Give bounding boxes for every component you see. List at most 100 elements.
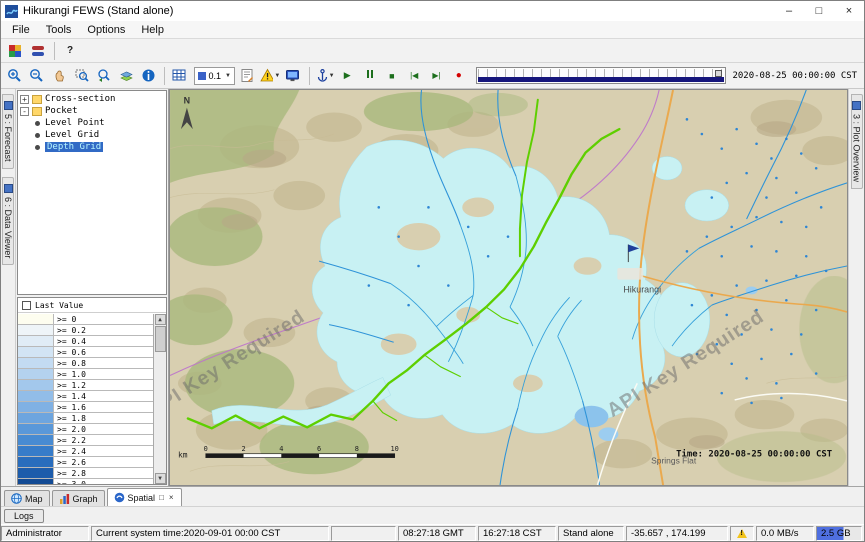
maximize-button[interactable]: □ [804,1,834,21]
svg-text:N: N [184,96,190,106]
status-user: Administrator [1,526,89,541]
time-slider-handle[interactable] [715,70,722,77]
svg-text:0: 0 [204,445,208,453]
stop-button[interactable]: ■ [381,66,402,86]
legend-swatch [18,457,54,467]
tab-graph[interactable]: Graph [52,490,105,506]
tab-forecast[interactable]: 5 : Forecast [2,94,14,169]
tab-data-viewer[interactable]: 6 : Data Viewer [2,177,14,265]
grid-precision-combo[interactable]: 0.1 ▼ [194,67,235,85]
layers-icon[interactable] [116,66,137,86]
legend-row[interactable]: >= 0.4 [18,336,153,347]
legend-row[interactable]: >= 1.6 [18,402,153,413]
pause-icon [366,70,374,81]
grid-display-icon[interactable] [169,66,190,86]
profile-editor-icon[interactable] [237,66,258,86]
last-value-checkbox[interactable] [22,301,31,310]
tab-float-icon[interactable]: □ [158,493,165,502]
play-button[interactable]: ▶ [337,66,358,86]
zoom-in-icon[interactable] [4,66,25,86]
legend-swatch [18,325,54,335]
info-icon[interactable] [138,66,159,86]
help-icon[interactable]: ? [59,41,81,61]
close-button[interactable]: × [834,1,864,21]
logs-button[interactable]: Logs [4,509,44,523]
legend-swatch [18,336,54,346]
pause-button[interactable] [359,66,380,86]
map-canvas: API Key Required API Key Required Hikura… [170,90,847,485]
spatial-map[interactable]: API Key Required API Key Required Hikura… [169,89,848,486]
legend-row[interactable]: >= 1.4 [18,391,153,402]
legend-swatch [18,446,54,456]
status-warning[interactable] [730,526,754,541]
tree-item-level-grid[interactable]: Level Grid [19,129,165,141]
pan-icon[interactable] [49,66,70,86]
tree-item-pocket[interactable]: - Pocket [19,105,165,117]
animation-export-icon[interactable] [282,66,303,86]
legend-row[interactable]: >= 3.0 [18,479,153,485]
time-slider[interactable] [476,67,726,84]
collapse-icon[interactable]: - [20,107,29,116]
tree-item-depth-grid[interactable]: Depth Grid [19,141,165,153]
plot-overview-tab-label: 3 : Plot Overview [852,114,862,182]
svg-text:4: 4 [279,445,283,453]
legend-row[interactable]: >= 2.8 [18,468,153,479]
town-area [617,268,643,280]
zoom-previous-icon[interactable] [93,66,114,86]
step-back-button[interactable]: |◀ [404,66,425,86]
tree-item-cross-section[interactable]: + Cross-section [19,93,165,105]
expand-icon[interactable]: + [20,95,29,104]
legend-row[interactable]: >= 2.0 [18,424,153,435]
forecast-tab-icon [4,101,13,110]
step-forward-button[interactable]: ▶| [426,66,447,86]
anchor-location-icon[interactable]: ▼ [314,66,336,86]
legend-row[interactable]: >= 0.8 [18,358,153,369]
scrollbar-thumb[interactable] [155,326,166,352]
tab-plot-overview[interactable]: 3 : Plot Overview [851,94,863,189]
minimize-button[interactable]: – [774,1,804,21]
record-button[interactable]: ● [448,66,469,86]
menu-bar: File Tools Options Help [1,21,864,39]
thresholds-warning-icon[interactable]: ▼ [259,66,281,86]
left-tab-strip: 5 : Forecast 6 : Data Viewer [1,89,16,486]
zoom-out-icon[interactable] [26,66,47,86]
logs-bar: Logs [1,506,864,524]
legend-row[interactable]: >= 0.2 [18,325,153,336]
spatial-icon [114,492,125,503]
menu-tools[interactable]: Tools [38,22,80,38]
database-viewer-icon[interactable] [27,41,49,61]
zoom-window-icon[interactable] [71,66,92,86]
scroll-down-icon[interactable]: ▼ [155,473,166,484]
tab-spatial[interactable]: Spatial □ × [107,488,182,506]
menu-file[interactable]: File [4,22,38,38]
toolbar-separator [309,67,310,85]
legend-row[interactable]: >= 0.6 [18,347,153,358]
legend-row[interactable]: >= 2.2 [18,435,153,446]
legend-scrollbar[interactable]: ▲ ▼ [153,314,166,484]
legend-row[interactable]: >= 1.0 [18,369,153,380]
chevron-down-icon: ▼ [329,73,335,79]
status-local-time: 16:27:18 CST [478,526,556,541]
title-bar[interactable]: Hikurangi FEWS (Stand alone) – □ × [1,1,864,21]
tab-map[interactable]: Map [4,490,50,506]
tree-item-level-point[interactable]: Level Point [19,117,165,129]
status-mode: Stand alone [558,526,624,541]
legend-title: Last Value [35,301,83,310]
legend-row[interactable]: >= 2.4 [18,446,153,457]
tab-close-icon[interactable]: × [168,493,175,502]
legend-row[interactable]: >= 1.2 [18,380,153,391]
menu-help[interactable]: Help [133,22,172,38]
globe-icon [11,493,22,504]
map-toolbar: 0.1 ▼ ▼ ▼ ▶ ■ |◀ ▶| ● 2020-08-25 00:00:0… [1,63,864,89]
layers-tree: + Cross-section - Pocket Level Point [17,90,167,295]
legend-row[interactable]: >= 0 [18,314,153,325]
legend-row[interactable]: >= 2.6 [18,457,153,468]
scroll-up-icon[interactable]: ▲ [155,314,166,325]
legend-swatch [18,358,54,368]
svg-text:8: 8 [355,445,359,453]
status-coordinates: -35.657 , 174.199 [626,526,728,541]
legend-row[interactable]: >= 1.8 [18,413,153,424]
legend-table: >= 0 >= 0.2 >= 0.4 >= 0.6 >= 0.8 >= 1.0 … [18,314,153,484]
map-display-icon[interactable] [4,41,26,61]
menu-options[interactable]: Options [79,22,133,38]
